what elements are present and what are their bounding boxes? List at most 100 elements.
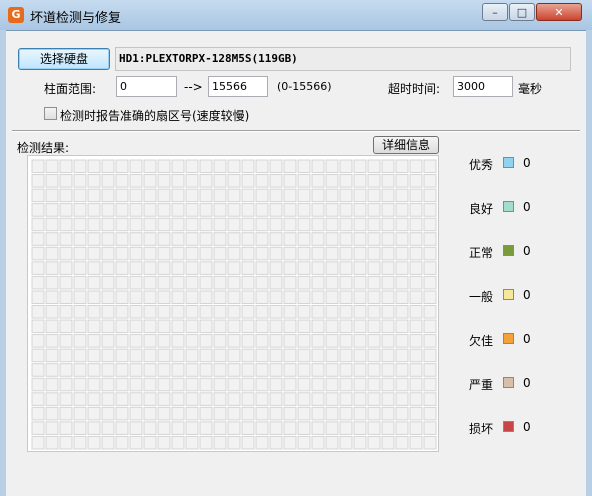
sector-cell — [423, 261, 437, 275]
sector-cell — [255, 348, 269, 363]
sector-cell — [115, 217, 129, 232]
sector-cell — [283, 203, 297, 217]
sector-cell — [283, 421, 297, 435]
sector-cell — [101, 261, 115, 275]
maximize-button[interactable]: □ — [509, 3, 535, 21]
sector-cell — [311, 159, 325, 174]
sector-cell — [241, 305, 255, 319]
sector-cell — [143, 232, 157, 246]
sector-cell — [367, 290, 381, 304]
sector-cell — [73, 232, 87, 246]
sector-map-panel — [27, 155, 439, 452]
sector-cell — [227, 232, 241, 246]
sector-cell — [157, 290, 171, 304]
sector-cell — [283, 246, 297, 261]
sector-cell — [227, 319, 241, 334]
sector-cell — [241, 275, 255, 290]
sector-cell — [353, 305, 367, 319]
sector-cell — [395, 348, 409, 363]
sector-cell — [325, 203, 339, 217]
sector-cell — [73, 305, 87, 319]
sector-cell — [115, 159, 129, 174]
sector-cell — [269, 159, 283, 174]
sector-cell — [255, 203, 269, 217]
sector-cell — [87, 203, 101, 217]
sector-cell — [395, 290, 409, 304]
sector-cell — [129, 406, 143, 421]
section-divider — [12, 130, 580, 132]
sector-cell — [87, 377, 101, 392]
sector-cell — [157, 232, 171, 246]
sector-cell — [213, 217, 227, 232]
sector-cell — [59, 377, 73, 392]
sector-cell — [129, 159, 143, 174]
sector-cell — [255, 290, 269, 304]
range-end-input[interactable] — [208, 76, 268, 97]
sector-cell — [283, 232, 297, 246]
sector-cell — [269, 377, 283, 392]
sector-cell — [157, 334, 171, 348]
sector-cell — [31, 334, 45, 348]
sector-cell — [353, 174, 367, 188]
sector-cell — [395, 159, 409, 174]
legend-count: 0 — [523, 288, 531, 302]
accurate-sector-label[interactable]: 检测时报告准确的扇区号(速度较慢) — [60, 107, 249, 124]
accurate-sector-checkbox[interactable] — [44, 107, 57, 120]
timeout-input[interactable] — [453, 76, 513, 97]
sector-cell — [143, 217, 157, 232]
sector-cell — [171, 246, 185, 261]
minimize-button[interactable]: – — [482, 3, 508, 21]
sector-cell — [199, 275, 213, 290]
legend-label: 一般 — [469, 290, 494, 304]
sector-cell — [143, 334, 157, 348]
sector-cell — [381, 305, 395, 319]
sector-cell — [381, 246, 395, 261]
sector-cell — [367, 232, 381, 246]
sector-cell — [297, 290, 311, 304]
sector-cell — [185, 275, 199, 290]
sector-cell — [87, 174, 101, 188]
sector-cell — [311, 275, 325, 290]
range-arrow: --> — [184, 80, 203, 94]
sector-cell — [353, 334, 367, 348]
close-button[interactable]: ✕ — [536, 3, 582, 21]
sector-cell — [143, 174, 157, 188]
sector-cell — [87, 392, 101, 406]
sector-cell — [241, 232, 255, 246]
sector-cell — [115, 188, 129, 203]
range-start-input[interactable] — [116, 76, 177, 97]
sector-cell — [339, 275, 353, 290]
sector-cell — [129, 232, 143, 246]
sector-cell — [255, 261, 269, 275]
sector-cell — [115, 246, 129, 261]
sector-cell — [255, 159, 269, 174]
legend-count: 0 — [523, 376, 531, 390]
sector-cell — [297, 348, 311, 363]
sector-cell — [73, 435, 87, 450]
sector-cell — [171, 421, 185, 435]
sector-cell — [87, 275, 101, 290]
sector-cell — [45, 290, 59, 304]
select-disk-button[interactable]: 选择硬盘 — [18, 48, 110, 70]
sector-cell — [185, 406, 199, 421]
sector-cell — [395, 406, 409, 421]
sector-cell — [339, 406, 353, 421]
sector-cell — [157, 392, 171, 406]
sector-cell — [353, 377, 367, 392]
sector-cell — [157, 406, 171, 421]
detail-info-button[interactable]: 详细信息 — [373, 136, 439, 154]
sector-cell — [269, 334, 283, 348]
sector-cell — [87, 319, 101, 334]
sector-cell — [45, 232, 59, 246]
sector-cell — [115, 435, 129, 450]
sector-cell — [311, 363, 325, 377]
sector-cell — [199, 246, 213, 261]
sector-cell — [325, 348, 339, 363]
sector-cell — [353, 275, 367, 290]
sector-cell — [325, 406, 339, 421]
sector-cell — [171, 217, 185, 232]
sector-cell — [409, 334, 423, 348]
sector-cell — [241, 334, 255, 348]
sector-cell — [353, 363, 367, 377]
sector-cell — [129, 348, 143, 363]
